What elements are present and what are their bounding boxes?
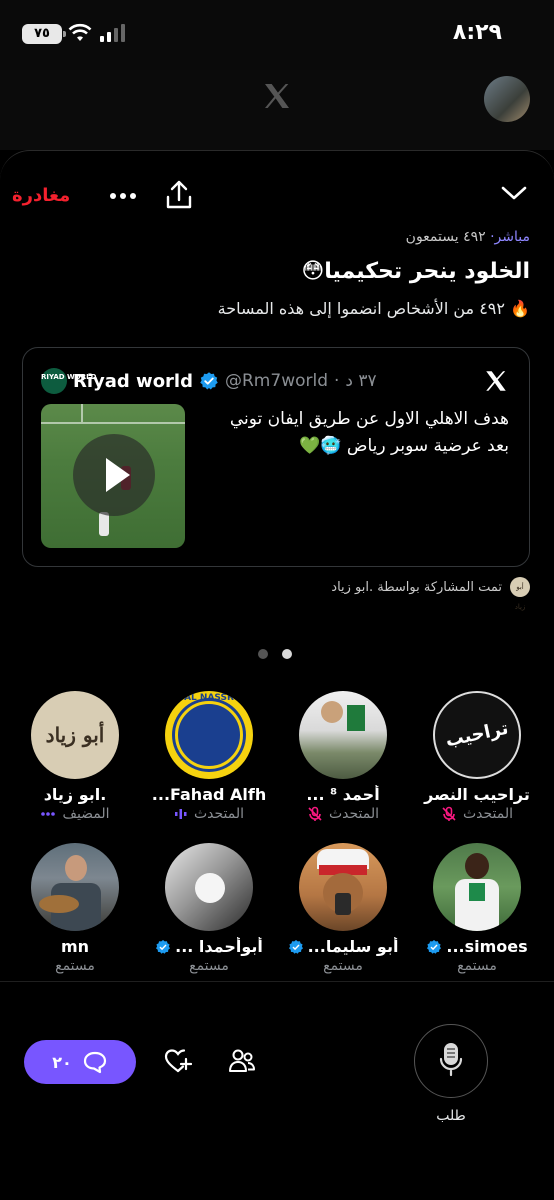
participant-name: تراحيب النصر: [424, 785, 530, 804]
avatar[interactable]: أبو زياد: [31, 691, 119, 779]
participant-tile[interactable]: أبوأحمدا ... مستمع: [144, 843, 274, 974]
participant-tile[interactable]: أبو زياد .ابو زياد المضيف: [10, 691, 140, 822]
fire-icon: 🔥: [510, 299, 530, 318]
app-header: [0, 70, 554, 150]
participant-tile[interactable]: simoes... مستمع: [412, 843, 542, 974]
battery-icon: ٧٥: [22, 24, 66, 44]
verified-icon: [427, 939, 442, 954]
sharer-avatar: أبو زياد: [510, 577, 530, 611]
avatar[interactable]: تراحيب: [433, 691, 521, 779]
avatar[interactable]: [165, 843, 253, 931]
page-dot[interactable]: [258, 649, 268, 659]
leave-button[interactable]: مغادرة: [12, 185, 70, 206]
participant-role: المتحدث: [193, 806, 245, 822]
mic-muted-icon: [442, 806, 456, 821]
joined-text: ٤٩٢ من الأشخاص انضموا إلى هذه المساحة: [217, 299, 505, 318]
avatar-calligraphy-text: أبو زياد: [45, 723, 105, 747]
tweet-time: ٣٧ د: [345, 371, 377, 391]
tweet-header: RIYAD WORLD Riyad world @Rm7world · ٣٧ د: [41, 368, 377, 394]
signal-icon: [100, 24, 125, 42]
participant-tile[interactable]: mn مستمع: [10, 843, 140, 974]
verified-icon: [200, 372, 218, 390]
participant-role: المضيف: [62, 806, 110, 822]
participant-name: Fahad Alfh...: [151, 785, 267, 804]
participant-tile[interactable]: أحمد ⁸ ... المتحدث: [278, 691, 408, 822]
microphone-icon: [439, 1043, 463, 1077]
verified-icon: [288, 939, 303, 954]
status-bar: ٧٥ ٨:٢٩: [0, 0, 554, 70]
shared-by-text: تمت المشاركة بواسطة .ابو زياد: [331, 579, 502, 595]
status-time: ٨:٢٩: [452, 20, 502, 45]
wifi-icon: [68, 23, 92, 41]
play-icon[interactable]: [73, 434, 155, 516]
request-mic-button[interactable]: [414, 1024, 488, 1098]
host-dots-icon: [41, 812, 56, 816]
avatar[interactable]: [31, 843, 119, 931]
participant-role: مستمع: [189, 958, 229, 974]
live-status: مباشر· ٤٩٢ يستمعون: [405, 229, 530, 245]
pinned-tweet-card[interactable]: RIYAD WORLD Riyad world @Rm7world · ٣٧ د…: [22, 347, 530, 567]
more-icon[interactable]: [108, 191, 138, 201]
avatar[interactable]: [299, 691, 387, 779]
reactions-button[interactable]: ٢٠: [24, 1040, 136, 1084]
tweet-handle: @Rm7world: [225, 371, 328, 391]
participant-name: mn: [60, 937, 90, 956]
listener-count: ٤٩٢ يستمعون: [405, 229, 486, 245]
page-dot-active[interactable]: [282, 649, 292, 659]
participant-name: أبوأحمدا ...: [175, 937, 263, 956]
participant-name: أحمد ⁸ ...: [306, 785, 380, 804]
participant-tile[interactable]: تراحيب تراحيب النصر المتحدث: [412, 691, 542, 822]
chevron-down-icon[interactable]: [500, 183, 528, 203]
reactions-count: ٢٠: [52, 1052, 72, 1072]
share-icon[interactable]: [164, 179, 194, 211]
people-icon[interactable]: [228, 1048, 256, 1074]
participant-role: المتحدث: [462, 806, 514, 822]
joined-count: 🔥 ٤٩٢ من الأشخاص انضموا إلى هذه المساحة: [218, 299, 530, 318]
footer-divider: [0, 981, 554, 982]
shared-by: أبو زياد تمت المشاركة بواسطة .ابو زياد: [331, 577, 530, 611]
verified-icon: [156, 939, 171, 954]
participant-role: المتحدث: [328, 806, 380, 822]
request-label: طلب: [436, 1108, 466, 1124]
avatar[interactable]: [433, 843, 521, 931]
avatar[interactable]: [299, 843, 387, 931]
participant-name: .ابو زياد: [43, 785, 107, 804]
comment-icon: [83, 1051, 106, 1074]
speaking-icon: [174, 809, 187, 819]
tweet-author-avatar[interactable]: RIYAD WORLD: [41, 368, 96, 394]
x-logo-icon: [265, 84, 289, 108]
page-indicator: [258, 649, 292, 659]
live-label: مباشر: [494, 229, 530, 245]
heart-plus-icon[interactable]: [164, 1048, 192, 1074]
x-logo-icon: [486, 371, 506, 391]
avatar-logo-text: تراحيب: [443, 717, 511, 752]
participant-role: مستمع: [457, 958, 497, 974]
tweet-video-thumbnail[interactable]: [41, 404, 185, 548]
participant-tile[interactable]: AL NASSR Fahad Alfh... المتحدث: [144, 691, 274, 822]
participant-tile[interactable]: أبو سليما... مستمع: [278, 843, 408, 974]
participant-role: مستمع: [323, 958, 363, 974]
space-title: الخلود ينحر تحكيميا😳: [301, 259, 530, 284]
tweet-author-name[interactable]: Riyad world: [73, 371, 193, 392]
participant-name: أبو سليما...: [307, 937, 399, 956]
avatar[interactable]: AL NASSR: [165, 691, 253, 779]
mic-muted-icon: [308, 806, 322, 821]
club-logo-text: AL NASSR: [184, 693, 234, 703]
participant-name: simoes...: [446, 937, 528, 956]
participant-role: مستمع: [55, 958, 95, 974]
tweet-text: هدف الاهلي الاول عن طريق ايفان توني بعد …: [229, 409, 509, 456]
profile-avatar[interactable]: [484, 76, 530, 122]
